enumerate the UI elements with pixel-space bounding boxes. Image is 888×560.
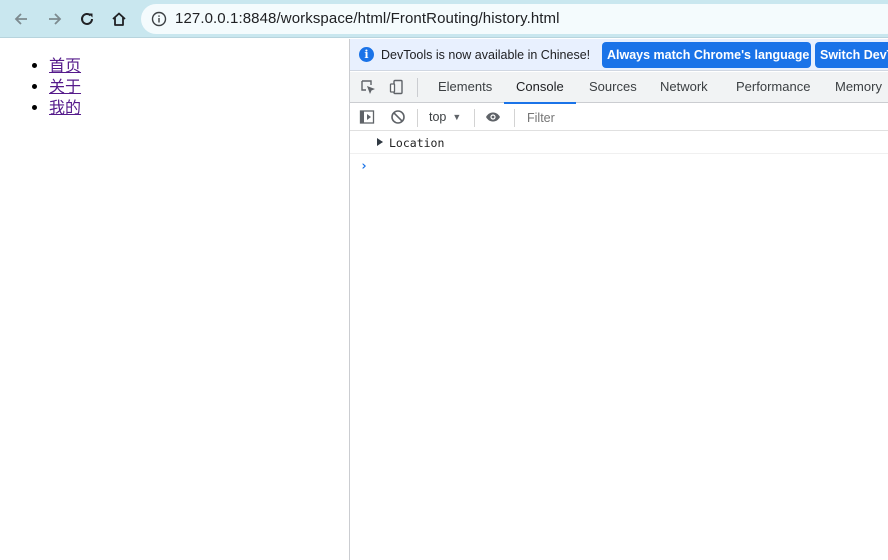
forward-arrow-icon	[49, 13, 62, 25]
reload-button[interactable]	[75, 7, 99, 31]
console-toolbar: top ▼ Filter	[350, 104, 888, 131]
back-button[interactable]	[9, 7, 33, 31]
clear-console-icon[interactable]	[390, 109, 406, 125]
dropdown-caret-icon: ▼	[452, 112, 462, 122]
home-button[interactable]	[107, 7, 131, 31]
toolbar-divider	[514, 109, 515, 127]
console-output: Location ›	[350, 132, 888, 560]
toolbar-divider	[417, 109, 418, 127]
inspect-element-icon[interactable]	[360, 79, 376, 95]
link-home[interactable]: 首页	[49, 56, 81, 75]
sidebar-toggle-icon[interactable]	[359, 109, 375, 125]
context-selector[interactable]: top ▼	[429, 110, 461, 124]
info-icon: i	[359, 47, 374, 62]
context-label: top	[429, 110, 447, 124]
list-item: 关于	[49, 76, 81, 97]
list-item: 首页	[49, 55, 81, 76]
expand-triangle-icon[interactable]	[377, 138, 383, 146]
address-bar[interactable]: 127.0.0.1:8848/workspace/html/FrontRouti…	[141, 4, 888, 34]
match-language-button[interactable]: Always match Chrome's language	[602, 42, 811, 68]
tab-network[interactable]: Network	[660, 72, 708, 103]
back-arrow-icon	[14, 13, 27, 25]
console-log-row[interactable]: Location	[350, 132, 888, 154]
tab-performance[interactable]: Performance	[736, 72, 810, 103]
tab-memory[interactable]: Memory	[835, 72, 882, 103]
list-item: 我的	[49, 97, 81, 118]
filter-input[interactable]: Filter	[523, 108, 883, 128]
nav-list: 首页 关于 我的	[49, 55, 81, 118]
device-toolbar-icon[interactable]	[389, 79, 405, 95]
link-mine[interactable]: 我的	[49, 98, 81, 117]
tab-elements[interactable]: Elements	[438, 72, 492, 103]
tab-sources[interactable]: Sources	[589, 72, 637, 103]
link-about[interactable]: 关于	[49, 77, 81, 96]
browser-toolbar: 127.0.0.1:8848/workspace/html/FrontRouti…	[0, 0, 888, 38]
console-prompt-icon[interactable]: ›	[360, 159, 368, 174]
reload-icon	[81, 12, 93, 25]
url-text: 127.0.0.1:8848/workspace/html/FrontRouti…	[175, 10, 560, 27]
site-info-icon[interactable]	[151, 11, 167, 27]
toolbar-divider	[417, 78, 418, 97]
devtools-tabbar: Elements Console Sources Network Perform…	[350, 72, 888, 104]
language-infobar: i DevTools is now available in Chinese! …	[350, 39, 888, 71]
switch-devtools-button[interactable]: Switch DevTools	[815, 42, 888, 68]
tab-console[interactable]: Console	[504, 72, 576, 104]
console-log-text: Location	[389, 136, 445, 150]
devtools-panel: i DevTools is now available in Chinese! …	[350, 39, 888, 560]
page-viewport: 首页 关于 我的	[0, 39, 349, 560]
home-icon	[112, 12, 126, 26]
forward-button[interactable]	[43, 7, 67, 31]
toolbar-divider	[474, 109, 475, 127]
live-expression-eye-icon[interactable]	[485, 109, 501, 125]
infobar-message: DevTools is now available in Chinese!	[381, 48, 591, 62]
